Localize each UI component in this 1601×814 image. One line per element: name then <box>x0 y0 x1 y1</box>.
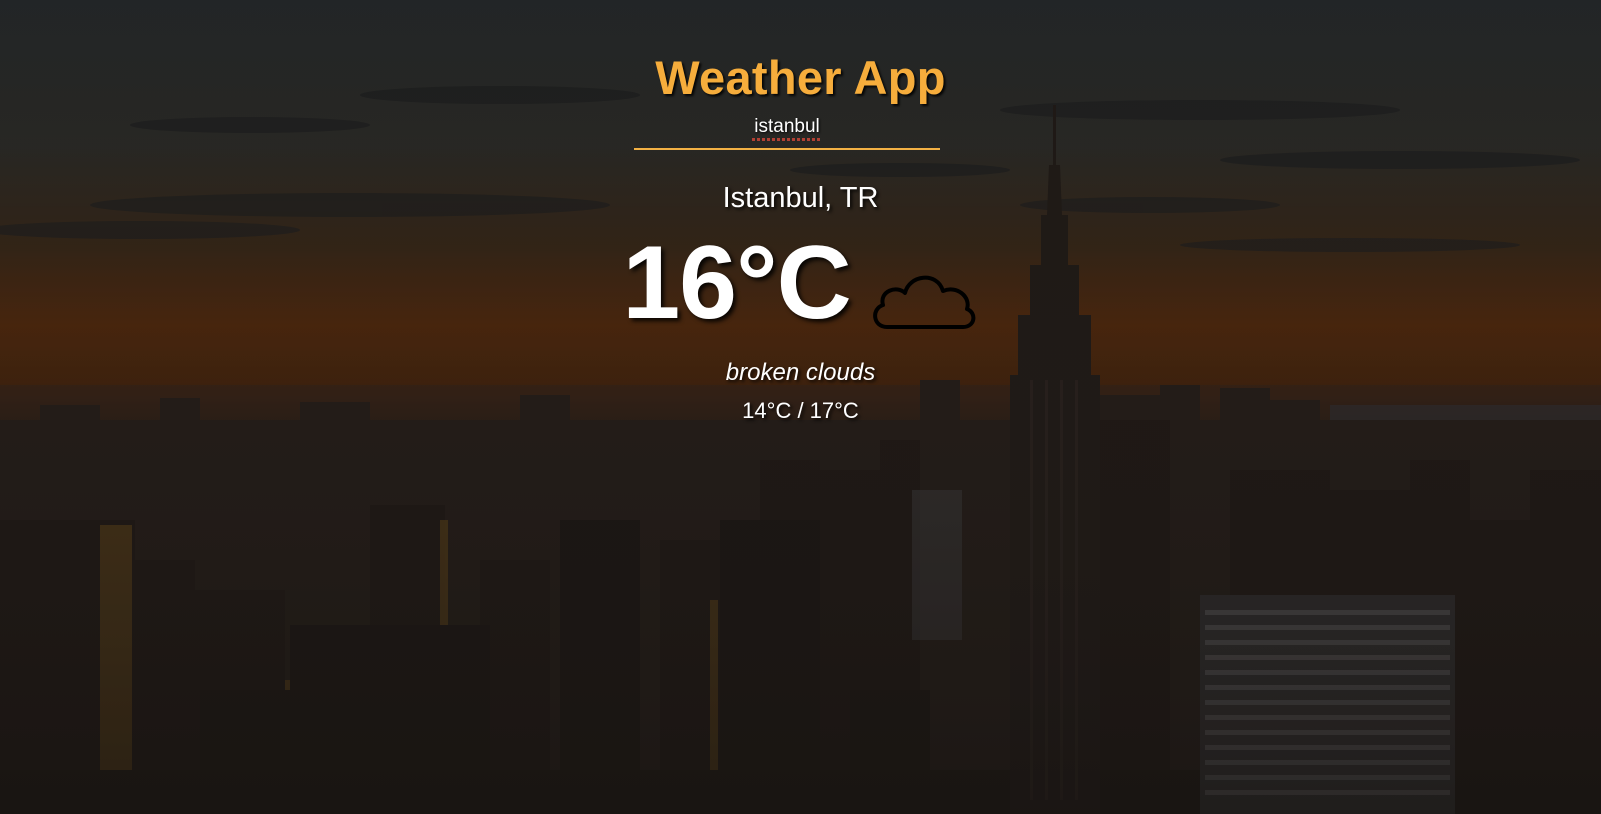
cloud-icon <box>872 275 975 329</box>
temperature-range: 14°C / 17°C <box>742 398 859 423</box>
temperature-row: 16°C <box>0 228 1601 338</box>
current-temperature: 16°C <box>622 225 851 341</box>
weather-description: broken clouds <box>725 359 876 386</box>
city-search-input[interactable] <box>634 112 940 150</box>
app-title: Weather App <box>655 51 946 104</box>
location-label: Istanbul, TR <box>722 182 879 214</box>
spellcheck-underline <box>752 138 822 141</box>
weather-app: Weather App Istanbul, TR 16°C broken clo… <box>0 0 1601 814</box>
